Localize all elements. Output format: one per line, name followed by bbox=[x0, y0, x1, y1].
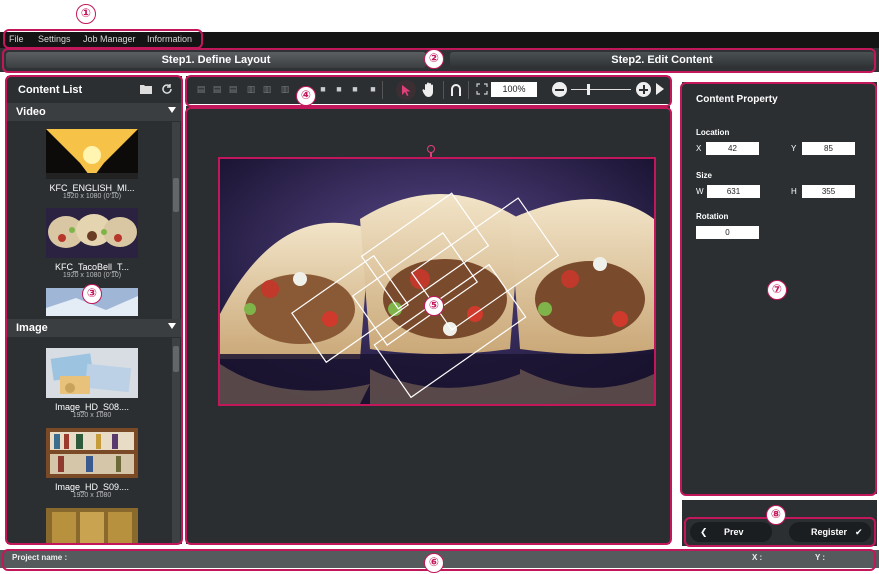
x-label: X bbox=[696, 144, 702, 153]
video-section-header[interactable]: Video bbox=[7, 103, 182, 121]
height-field[interactable]: 355 bbox=[802, 185, 855, 198]
menu-file[interactable]: File bbox=[9, 34, 24, 44]
y-label: Y bbox=[791, 144, 797, 153]
toolbar-divider bbox=[443, 81, 444, 99]
send-backward-icon[interactable]: ■ bbox=[350, 84, 360, 94]
list-item[interactable]: Image_HD_S08.... 1920 x 1080 bbox=[46, 348, 138, 419]
refresh-icon[interactable] bbox=[161, 83, 173, 95]
register-label: Register bbox=[811, 527, 848, 537]
select-tool[interactable] bbox=[396, 80, 416, 100]
y-field[interactable]: 85 bbox=[802, 142, 855, 155]
video-thumbnail bbox=[46, 208, 138, 258]
list-item[interactable]: Image_HD_S09.... 1920 x 1080 bbox=[46, 428, 138, 499]
callout-7: ⑦ bbox=[767, 280, 787, 300]
location-label: Location bbox=[696, 128, 730, 137]
hand-icon[interactable] bbox=[422, 82, 436, 97]
h-label: H bbox=[791, 187, 797, 196]
image-thumbnail bbox=[46, 348, 138, 398]
step2-tab[interactable]: Step2. Edit Content bbox=[450, 52, 874, 68]
register-button[interactable]: Register ✔ bbox=[789, 522, 871, 542]
collapse-arrow-icon bbox=[168, 107, 176, 113]
w-label: W bbox=[696, 187, 704, 196]
width-field[interactable]: 631 bbox=[707, 185, 760, 198]
bring-front-icon[interactable]: ■ bbox=[318, 84, 328, 94]
callout-8: ⑧ bbox=[766, 505, 786, 525]
thumbnail-name: KFC_TacoBell_T... bbox=[54, 262, 130, 272]
step1-tab[interactable]: Step1. Define Layout bbox=[6, 52, 426, 68]
video-scrollbar[interactable] bbox=[172, 122, 180, 319]
image-thumbnail bbox=[46, 508, 138, 544]
rotation-field[interactable]: 0 bbox=[696, 226, 759, 239]
align-center-icon[interactable]: ▤ bbox=[212, 84, 222, 94]
menu-settings[interactable]: Settings bbox=[38, 34, 71, 44]
prev-label: Prev bbox=[724, 527, 744, 537]
thumbnail-name: Image_HD_S08.... bbox=[54, 402, 130, 412]
layout-toolbar: ▤ ▤ ▤ ▥ ▥ ▥ ■ ■ ■ ■ 100% bbox=[186, 76, 670, 104]
align-middle-icon[interactable]: ▥ bbox=[262, 84, 272, 94]
video-thumbnail bbox=[46, 129, 138, 179]
chevron-left-icon: ❮ bbox=[700, 527, 708, 537]
callout-1: ① bbox=[76, 4, 96, 24]
menu-job-manager[interactable]: Job Manager bbox=[83, 34, 136, 44]
bring-forward-icon[interactable]: ■ bbox=[334, 84, 344, 94]
thumbnail-name: Image_HD_S09.... bbox=[54, 482, 130, 492]
pointer-icon bbox=[402, 85, 411, 96]
thumbnail-dimensions: 1920 x 1080 (0'10) bbox=[62, 272, 122, 279]
collapse-arrow-icon bbox=[168, 323, 176, 329]
content-preview-image bbox=[220, 159, 654, 404]
list-item[interactable] bbox=[46, 508, 138, 544]
size-label: Size bbox=[696, 171, 713, 180]
rotation-label: Rotation bbox=[696, 212, 729, 221]
magnet-icon[interactable] bbox=[450, 83, 462, 96]
toolbar-divider bbox=[468, 81, 469, 99]
align-bottom-icon[interactable]: ▥ bbox=[280, 84, 290, 94]
image-thumbnail bbox=[46, 428, 138, 478]
zoom-in-button[interactable] bbox=[636, 82, 651, 97]
fit-screen-icon[interactable] bbox=[476, 83, 488, 95]
align-top-icon[interactable]: ▥ bbox=[246, 84, 256, 94]
property-title: Content Property bbox=[696, 94, 778, 105]
folder-icon[interactable] bbox=[140, 84, 152, 94]
list-item[interactable]: KFC_ENGLISH_MI... 1920 x 1080 (0'10) bbox=[46, 129, 138, 200]
thumbnail-dimensions: 1920 x 1080 bbox=[72, 412, 112, 419]
callout-4: ④ bbox=[296, 86, 316, 106]
menu-information[interactable]: Information bbox=[147, 34, 192, 44]
zoom-level-field[interactable]: 100% bbox=[491, 82, 537, 97]
thumbnail-dimensions: 1920 x 1080 bbox=[72, 492, 112, 499]
check-icon: ✔ bbox=[855, 527, 863, 537]
zoom-slider-handle[interactable] bbox=[587, 84, 590, 95]
callout-5: ⑤ bbox=[424, 296, 444, 316]
scroll-thumb[interactable] bbox=[173, 178, 179, 212]
zoom-slider-track[interactable] bbox=[571, 89, 631, 90]
list-item[interactable]: KFC_TacoBell_T... 1920 x 1080 (0'10) bbox=[46, 208, 138, 279]
scroll-thumb[interactable] bbox=[173, 346, 179, 372]
cursor-y-label: Y : bbox=[815, 553, 826, 562]
layout-canvas-frame[interactable] bbox=[218, 157, 656, 406]
prev-button[interactable]: ❮ Prev bbox=[690, 522, 772, 542]
toolbar-divider bbox=[382, 81, 383, 99]
callout-2: ② bbox=[424, 49, 444, 69]
minus-icon bbox=[555, 88, 564, 91]
image-section-header[interactable]: Image bbox=[7, 319, 182, 337]
align-left-icon[interactable]: ▤ bbox=[196, 84, 206, 94]
image-section-label: Image bbox=[16, 322, 48, 334]
image-scrollbar[interactable] bbox=[172, 338, 180, 544]
content-list-panel: Content List Video KFC_ENGLISH_MI... 192… bbox=[7, 76, 182, 544]
content-list-title: Content List bbox=[18, 84, 83, 96]
thumbnail-name: KFC_ENGLISH_MI... bbox=[49, 183, 135, 193]
video-section-label: Video bbox=[16, 106, 46, 118]
play-icon[interactable] bbox=[656, 83, 664, 95]
align-right-icon[interactable]: ▤ bbox=[228, 84, 238, 94]
menu-bar: File Settings Job Manager Information bbox=[0, 32, 879, 48]
callout-3: ③ bbox=[82, 284, 102, 304]
x-field[interactable]: 42 bbox=[706, 142, 759, 155]
cursor-x-label: X : bbox=[752, 553, 763, 562]
thumbnail-dimensions: 1920 x 1080 (0'10) bbox=[62, 193, 122, 200]
project-name-label: Project name : bbox=[12, 553, 68, 562]
zoom-out-button[interactable] bbox=[552, 82, 567, 97]
send-back-icon[interactable]: ■ bbox=[368, 84, 378, 94]
callout-6: ⑥ bbox=[424, 553, 444, 573]
